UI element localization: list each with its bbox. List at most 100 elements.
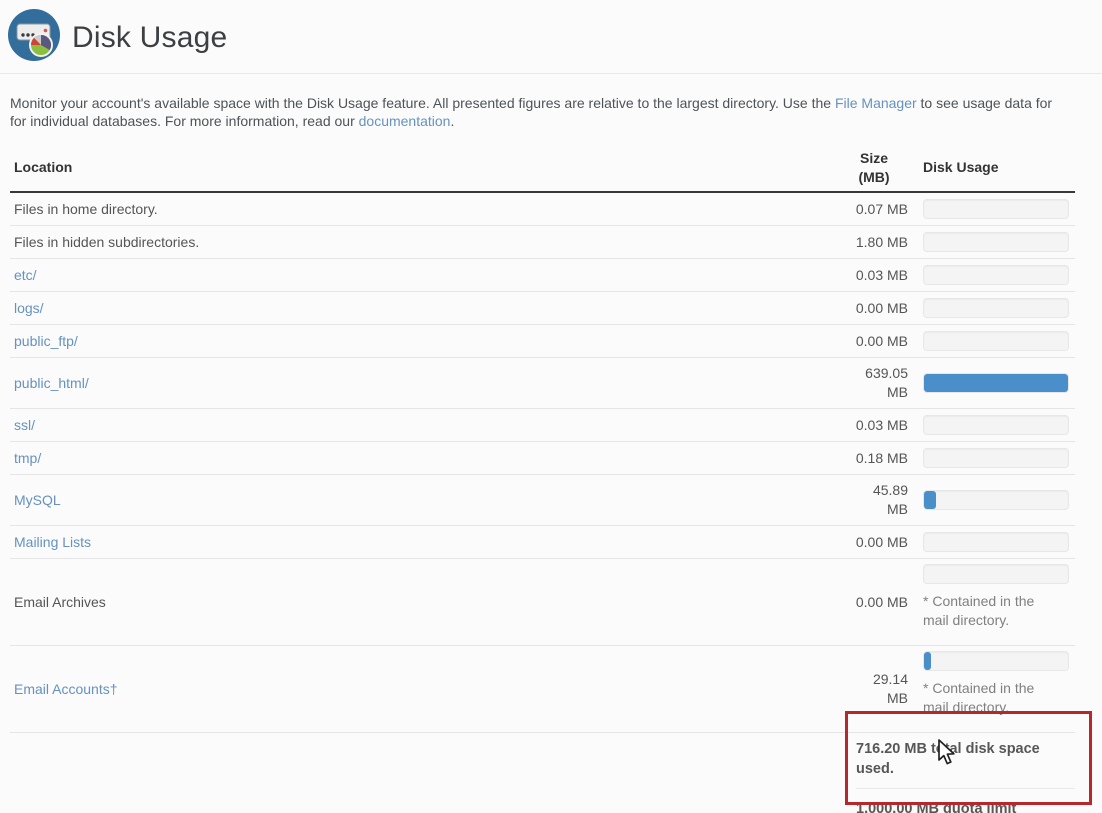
disk-usage-bar-fill: [924, 652, 931, 670]
location-link[interactable]: public_html/: [14, 375, 89, 391]
contained-note-line: mail directory.: [923, 611, 1075, 630]
size-value: 29.14MB: [840, 646, 908, 733]
location-label: Files in hidden subdirectories.: [14, 234, 199, 250]
table-row: Files in home directory. 0.07 MB: [10, 192, 1075, 226]
intro-line-1-tail: to see usage data for: [917, 95, 1052, 111]
table-row: public_html/639.05MB: [10, 358, 1075, 409]
size-value-line: MB: [840, 383, 908, 402]
page-header: Disk Usage: [0, 0, 1102, 74]
table-row: ssl/0.03 MB: [10, 409, 1075, 442]
size-value-line: 0.07 MB: [840, 200, 908, 219]
column-header-size: Size (MB): [840, 144, 908, 192]
intro-text: Monitor your account's available space w…: [10, 94, 1102, 130]
size-value-line: 0.00 MB: [840, 299, 908, 318]
contained-note-line: * Contained in the: [923, 679, 1075, 698]
column-header-location: Location: [10, 144, 840, 192]
contained-note: * Contained in themail directory.: [923, 679, 1075, 717]
table-row: Email Archives 0.00 MB * Contained in them…: [10, 559, 1075, 646]
size-value-line: 0.00 MB: [840, 593, 908, 612]
table-row: Mailing Lists 0.00 MB: [10, 526, 1075, 559]
size-header-line-1: Size: [840, 149, 908, 168]
intro-line-1-text: Monitor your account's available space w…: [10, 95, 835, 111]
mouse-cursor-icon: [936, 739, 962, 772]
location-link[interactable]: etc/: [14, 267, 37, 283]
disk-usage-bar-fill: [924, 374, 1068, 392]
size-value-line: MB: [840, 689, 908, 708]
table-row: public_ftp/0.00 MB: [10, 325, 1075, 358]
disk-usage-bar: [923, 331, 1069, 351]
table-row: Files in hidden subdirectories. 1.80 MB: [10, 226, 1075, 259]
column-header-disk-usage: Disk Usage: [908, 144, 1075, 192]
table-row: etc/0.03 MB: [10, 259, 1075, 292]
intro-line-2-text: for individual databases. For more infor…: [10, 113, 359, 129]
size-value-line: 1.80 MB: [840, 233, 908, 252]
location-link[interactable]: public_ftp/: [14, 333, 78, 349]
size-value: 0.18 MB: [840, 442, 908, 475]
disk-usage-bar: [923, 564, 1069, 584]
disk-usage-icon: [8, 9, 60, 66]
table-row: logs/0.00 MB: [10, 292, 1075, 325]
location-label: Files in home directory.: [14, 201, 158, 217]
disk-usage-table: Location Size (MB) Disk Usage Files in h…: [10, 144, 1075, 813]
table-row: MySQL 45.89MB: [10, 475, 1075, 526]
size-value: 0.00 MB: [840, 292, 908, 325]
disk-usage-bar: [923, 532, 1069, 552]
disk-usage-bar: [923, 415, 1069, 435]
documentation-link[interactable]: documentation: [359, 113, 451, 129]
size-value-line: 0.03 MB: [840, 416, 908, 435]
intro-line-2: for individual databases. For more infor…: [10, 112, 1102, 130]
size-value: 0.03 MB: [840, 259, 908, 292]
page-title: Disk Usage: [72, 21, 227, 55]
disk-usage-bar: [923, 373, 1069, 393]
disk-usage-bar-fill: [924, 491, 936, 509]
size-value: 1.80 MB: [840, 226, 908, 259]
intro-line-2-tail: .: [450, 113, 454, 129]
table-header-row: Location Size (MB) Disk Usage: [10, 144, 1075, 192]
table-row: tmp/0.18 MB: [10, 442, 1075, 475]
disk-usage-bar: [923, 298, 1069, 318]
contained-note: * Contained in themail directory.: [923, 592, 1075, 630]
location-link[interactable]: Email Accounts†: [14, 681, 118, 697]
location-link[interactable]: Mailing Lists: [14, 534, 91, 550]
totals-row: 716.20 MB total disk spaceused.1,000.00 …: [10, 733, 1075, 813]
size-value: 0.00 MB: [840, 559, 908, 646]
total-used-line: used.: [856, 759, 1075, 779]
disk-usage-bar: [923, 265, 1069, 285]
size-value: 45.89MB: [840, 475, 908, 526]
size-value: 0.00 MB: [840, 325, 908, 358]
contained-note-line: * Contained in the: [923, 592, 1075, 611]
size-value: 0.07 MB: [840, 192, 908, 226]
size-value-line: 29.14: [840, 670, 908, 689]
size-value: 0.00 MB: [840, 526, 908, 559]
disk-usage-bar: [923, 199, 1069, 219]
size-value-line: MB: [840, 500, 908, 519]
quota-line: 1,000.00 MB quota limit: [856, 799, 1075, 813]
location-link[interactable]: MySQL: [14, 492, 61, 508]
size-value-line: 639.05: [840, 364, 908, 383]
table-row: Email Accounts† 29.14MB * Contained in the…: [10, 646, 1075, 733]
size-value-line: 0.18 MB: [840, 449, 908, 468]
location-link[interactable]: logs/: [14, 300, 44, 316]
disk-usage-bar: [923, 490, 1069, 510]
total-disk-space-used-text: 716.20 MB total disk spaceused.: [856, 739, 1075, 789]
disk-usage-bar: [923, 651, 1069, 671]
size-header-line-2: (MB): [840, 168, 908, 187]
disk-usage-bar: [923, 232, 1069, 252]
location-link[interactable]: ssl/: [14, 417, 35, 433]
quota-limit-text: 1,000.00 MB quota limit(670.23 MB used).: [856, 789, 1075, 813]
size-value: 0.03 MB: [840, 409, 908, 442]
disk-usage-bar: [923, 448, 1069, 468]
file-manager-link[interactable]: File Manager: [835, 95, 917, 111]
table-body: Files in home directory.0.07 MBFiles in …: [10, 192, 1075, 813]
contained-note-line: mail directory.: [923, 698, 1075, 717]
total-used-line: 716.20 MB total disk space: [856, 739, 1075, 759]
size-value-line: 0.00 MB: [840, 533, 908, 552]
location-label: Email Archives: [14, 594, 106, 610]
size-value-line: 45.89: [840, 481, 908, 500]
size-value-line: 0.00 MB: [840, 332, 908, 351]
size-value: 639.05MB: [840, 358, 908, 409]
location-link[interactable]: tmp/: [14, 450, 41, 466]
intro-line-1: Monitor your account's available space w…: [10, 94, 1102, 112]
size-value-line: 0.03 MB: [840, 266, 908, 285]
totals-empty-cell: [10, 733, 840, 813]
